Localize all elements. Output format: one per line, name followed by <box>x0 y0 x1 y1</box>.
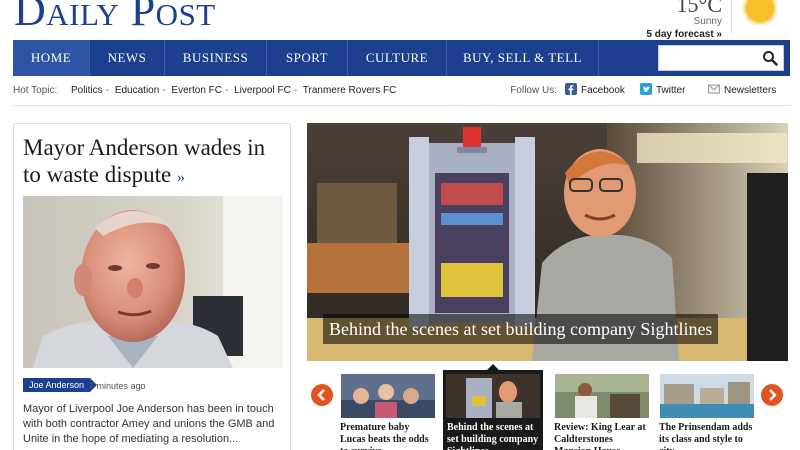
carousel-thumbnail <box>341 374 435 418</box>
carousel-thumbnail <box>660 374 754 418</box>
carousel-item[interactable]: Premature baby Lucas beats the odds to s… <box>338 370 438 450</box>
twitter-label: Twitter <box>656 85 686 96</box>
weather-temperature: 15°C <box>676 0 722 17</box>
facebook-icon <box>565 83 577 95</box>
lead-story-card: Mayor Anderson wades in to waste dispute… <box>13 123 291 450</box>
masthead: Daily Post 15°C Sunny 5 day forecast » <box>0 0 800 40</box>
hot-topic-links: Politics - Education - Everton FC - Liverpo… <box>71 85 397 96</box>
carousel-item-active[interactable]: Behind the scenes at set building compan… <box>443 364 543 450</box>
weather-divider <box>731 0 732 34</box>
search-box <box>658 45 784 71</box>
twitter-link[interactable]: Twitter <box>640 83 685 99</box>
divider <box>13 105 790 106</box>
nav-culture[interactable]: CULTURE <box>348 40 447 76</box>
more-arrow-icon: » <box>176 169 185 186</box>
carousel-prev-button[interactable] <box>311 384 333 406</box>
hot-topic-tranmere[interactable]: Tranmere Rovers FC <box>303 85 397 96</box>
carousel-next-button[interactable] <box>761 384 783 406</box>
site-logo[interactable]: Daily Post <box>14 0 216 36</box>
author-tag[interactable]: Joe Anderson <box>23 378 98 392</box>
facebook-label: Facebook <box>581 85 625 96</box>
hero-feature[interactable]: Behind the scenes at set building compan… <box>307 123 788 361</box>
weather-condition: Sunny <box>693 16 722 27</box>
chevron-left-icon <box>317 389 325 401</box>
twitter-icon <box>640 83 652 95</box>
chevron-right-icon <box>769 389 777 401</box>
lead-story-headline[interactable]: Mayor Anderson wades in to waste dispute… <box>23 134 285 191</box>
carousel-item-title: Premature baby Lucas beats the odds to s… <box>340 422 429 450</box>
newsletters-link[interactable]: Newsletters <box>708 83 776 99</box>
follow-us-label: Follow Us: <box>510 85 557 96</box>
weather-widget: 15°C Sunny 5 day forecast » <box>646 0 722 42</box>
nav-home[interactable]: HOME <box>13 40 90 76</box>
search-input[interactable] <box>663 49 759 67</box>
nav-sport[interactable]: SPORT <box>267 40 348 76</box>
sun-icon <box>742 0 778 26</box>
carousel-thumbnail <box>555 374 649 418</box>
search-icon[interactable] <box>762 50 778 66</box>
nav-business[interactable]: BUSINESS <box>165 40 267 76</box>
hot-topic-label: Hot Topic: <box>13 85 58 96</box>
nav-buy-sell-tell[interactable]: BUY, SELL & TELL <box>447 40 599 76</box>
hot-topic-education[interactable]: Education <box>115 85 159 96</box>
envelope-icon <box>708 84 720 94</box>
main-nav: HOME NEWS BUSINESS SPORT CULTURE BUY, SE… <box>13 40 790 76</box>
carousel-item-title: Behind the scenes at set building compan… <box>447 422 539 450</box>
nav-news[interactable]: NEWS <box>90 40 165 76</box>
facebook-link[interactable]: Facebook <box>565 83 625 99</box>
hot-topic-everton[interactable]: Everton FC <box>171 85 222 96</box>
carousel-item[interactable]: The Prinsendam adds its class and style … <box>657 370 757 450</box>
hot-topics-bar: Hot Topic: Politics - Education - Everton … <box>13 83 790 101</box>
hero-caption[interactable]: Behind the scenes at set building compan… <box>323 314 719 344</box>
carousel-thumbnail <box>446 374 540 418</box>
story-timestamp: 7 minutes ago <box>89 381 146 391</box>
carousel-item-title: Review: King Lear at Caldterstones Mansi… <box>554 422 646 450</box>
carousel-item[interactable]: Review: King Lear at Caldterstones Mansi… <box>552 370 652 450</box>
lead-story-summary: Mayor of Liverpool Joe Anderson has been… <box>23 403 275 445</box>
hot-topic-politics[interactable]: Politics <box>71 85 103 96</box>
carousel-item-title: The Prinsendam adds its class and style … <box>659 422 753 450</box>
story-carousel: Premature baby Lucas beats the odds to s… <box>307 364 788 450</box>
hot-topic-liverpool[interactable]: Liverpool FC <box>234 85 291 96</box>
newsletters-label: Newsletters <box>724 85 777 96</box>
lead-story-image[interactable] <box>23 196 283 368</box>
